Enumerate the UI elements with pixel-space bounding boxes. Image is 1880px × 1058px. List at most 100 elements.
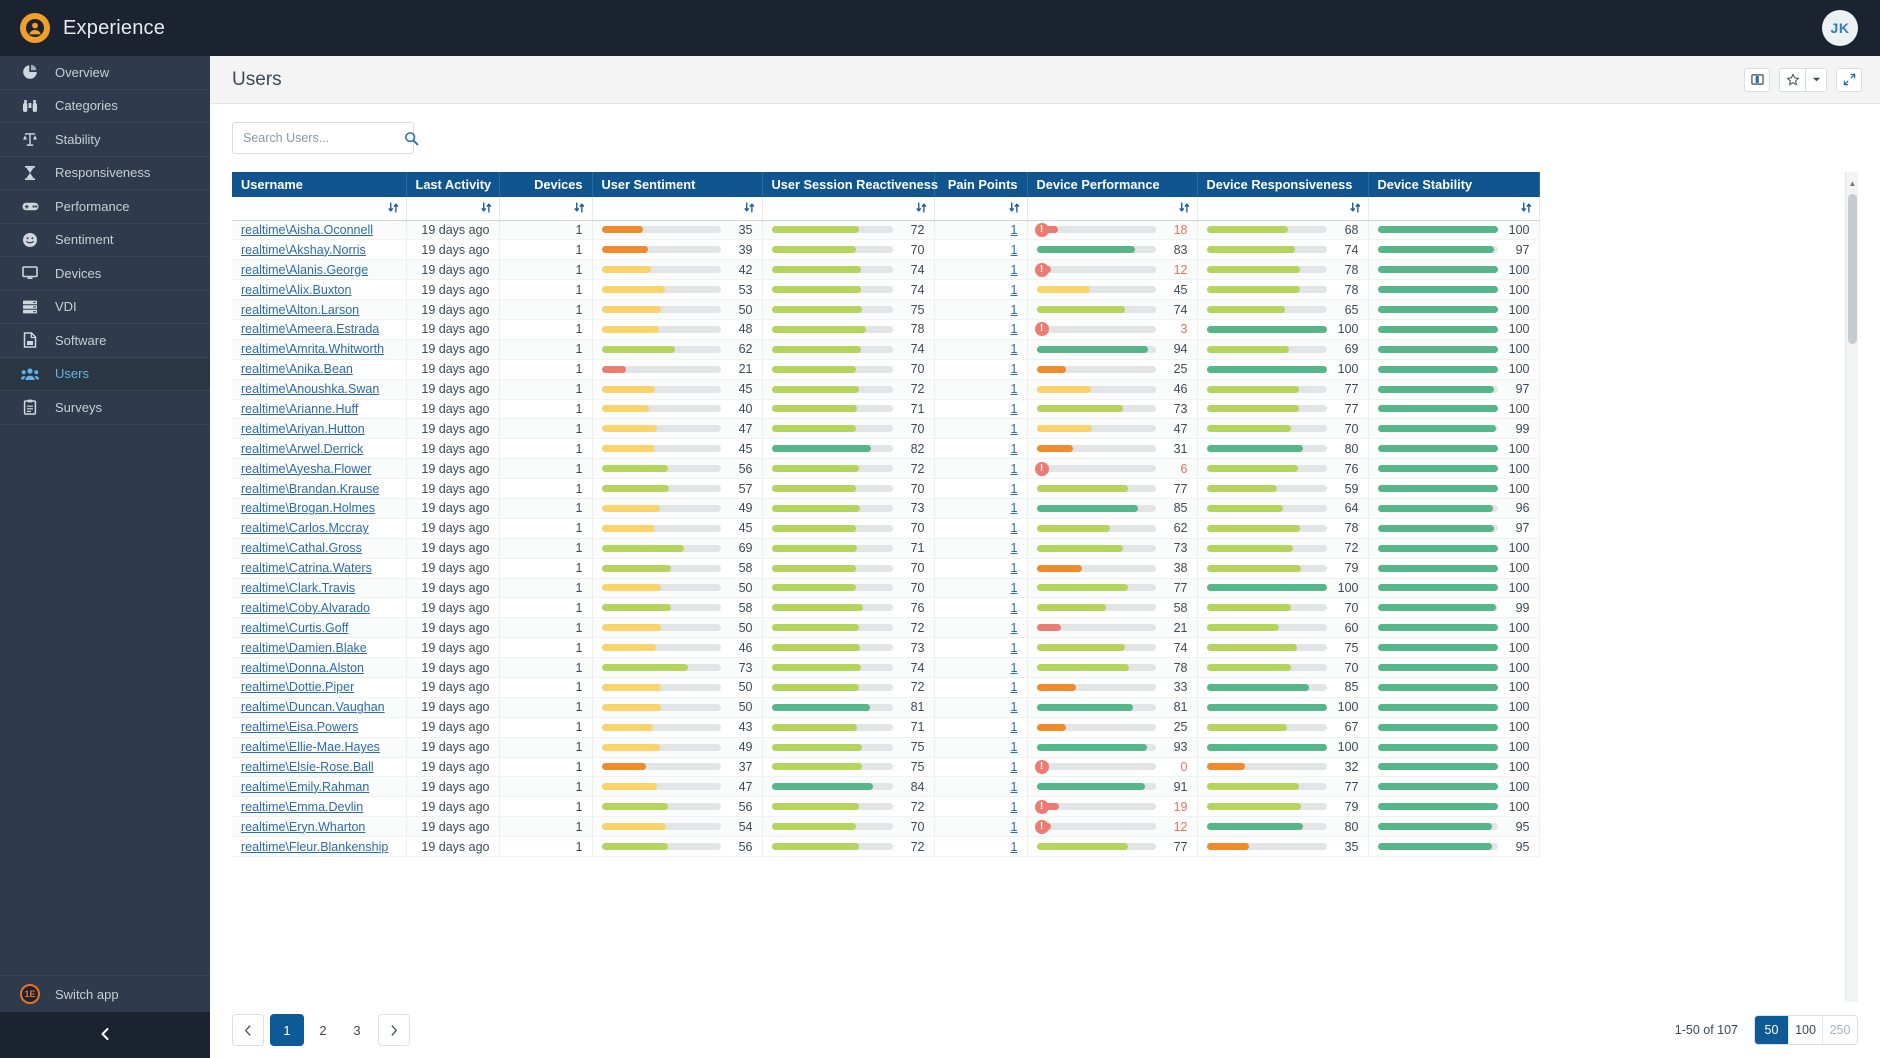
sort-toggle-user-session-reactiveness[interactable] [762,197,935,221]
sidebar-item-performance[interactable]: Performance [0,190,210,224]
username-link[interactable]: realtime\Alanis.George [241,263,368,277]
prev-page-button[interactable] [232,1014,264,1046]
search-input[interactable] [243,131,404,145]
table-scrollbar[interactable]: ▲ [1845,172,1858,1002]
username-link[interactable]: realtime\Anoushka.Swan [241,382,379,396]
pain-points-link[interactable]: 1 [1011,680,1018,694]
sidebar-collapse-button[interactable] [0,1012,210,1058]
switch-app-button[interactable]: 1E Switch app [0,976,210,1012]
pain-points-link[interactable]: 1 [1011,601,1018,615]
pain-points-link[interactable]: 1 [1011,402,1018,416]
pain-points-link[interactable]: 1 [1011,442,1018,456]
pain-points-link[interactable]: 1 [1011,740,1018,754]
sidebar-item-responsiveness[interactable]: Responsiveness [0,157,210,190]
sort-toggle-pain-points[interactable] [934,197,1028,221]
sort-updown-icon[interactable] [1349,202,1361,216]
column-header-username[interactable]: Username [232,172,407,197]
pain-points-link[interactable]: 1 [1011,800,1018,814]
sort-toggle-last-activity[interactable] [406,197,500,221]
pain-points-link[interactable]: 1 [1011,561,1018,575]
username-link[interactable]: realtime\Donna.Alston [241,661,364,675]
username-link[interactable]: realtime\Eryn.Wharton [241,820,365,834]
pain-points-link[interactable]: 1 [1011,243,1018,257]
username-link[interactable]: realtime\Akshay.Norris [241,243,366,257]
sidebar-item-stability[interactable]: Stability [0,123,210,157]
sidebar-item-sentiment[interactable]: Sentiment [0,224,210,257]
sort-toggle-device-responsiveness[interactable] [1197,197,1369,221]
fullscreen-button[interactable] [1836,67,1862,92]
sort-updown-icon[interactable] [480,202,492,216]
pain-points-link[interactable]: 1 [1011,342,1018,356]
pain-points-link[interactable]: 1 [1011,780,1018,794]
username-link[interactable]: realtime\Amrita.Whitworth [241,342,384,356]
page-button-2[interactable]: 2 [308,1014,338,1046]
pain-points-link[interactable]: 1 [1011,263,1018,277]
sidebar-item-devices[interactable]: Devices [0,257,210,291]
username-link[interactable]: realtime\Carlos.Mccray [241,521,369,535]
chevron-down-icon[interactable] [1805,67,1827,92]
pain-points-link[interactable]: 1 [1011,422,1018,436]
sidebar-item-vdi[interactable]: VDI [0,291,210,324]
sidebar-item-surveys[interactable]: Surveys [0,391,210,425]
username-link[interactable]: realtime\Damien.Blake [241,641,367,655]
username-link[interactable]: realtime\Ariyan.Hutton [241,422,365,436]
username-link[interactable]: realtime\Ellie-Mae.Hayes [241,740,380,754]
page-size-250[interactable]: 250 [1823,1016,1857,1044]
sort-toggle-user-sentiment[interactable] [592,197,763,221]
pain-points-link[interactable]: 1 [1011,661,1018,675]
username-link[interactable]: realtime\Cathal.Gross [241,541,362,555]
username-link[interactable]: realtime\Ameera.Estrada [241,322,379,336]
username-link[interactable]: realtime\Alton.Larson [241,303,359,317]
column-header-device-stability[interactable]: Device Stability [1368,172,1540,197]
pain-points-link[interactable]: 1 [1011,760,1018,774]
sort-updown-icon[interactable] [743,202,755,216]
sort-updown-icon[interactable] [573,202,585,216]
pain-points-link[interactable]: 1 [1011,322,1018,336]
username-link[interactable]: realtime\Coby.Alvarado [241,601,370,615]
column-header-user-sentiment[interactable]: User Sentiment [592,172,763,197]
username-link[interactable]: realtime\Emily.Rahman [241,780,369,794]
sort-updown-icon[interactable] [1178,202,1190,216]
pain-points-link[interactable]: 1 [1011,720,1018,734]
pain-points-link[interactable]: 1 [1011,283,1018,297]
username-link[interactable]: realtime\Anika.Bean [241,362,353,376]
column-header-device-performance[interactable]: Device Performance [1027,172,1198,197]
pain-points-link[interactable]: 1 [1011,303,1018,317]
username-link[interactable]: realtime\Clark.Travis [241,581,355,595]
pain-points-link[interactable]: 1 [1011,382,1018,396]
sort-toggle-device-stability[interactable] [1368,197,1540,221]
column-header-device-responsiveness[interactable]: Device Responsiveness [1197,172,1369,197]
column-header-pain-points[interactable]: Pain Points [934,172,1028,197]
pain-points-link[interactable]: 1 [1011,621,1018,635]
sort-updown-icon[interactable] [1520,202,1532,216]
page-size-100[interactable]: 100 [1789,1016,1823,1044]
page-button-1[interactable]: 1 [270,1014,304,1046]
column-header-user-session-reactiveness[interactable]: User Session Reactiveness [762,172,938,197]
pain-points-link[interactable]: 1 [1011,362,1018,376]
pain-points-link[interactable]: 1 [1011,641,1018,655]
sidebar-item-software[interactable]: Software [0,324,210,358]
username-link[interactable]: realtime\Dottie.Piper [241,680,354,694]
username-link[interactable]: realtime\Emma.Devlin [241,800,363,814]
pain-points-link[interactable]: 1 [1011,700,1018,714]
username-link[interactable]: realtime\Eisa.Powers [241,720,358,734]
username-link[interactable]: realtime\Arwel.Derrick [241,442,363,456]
pain-points-link[interactable]: 1 [1011,223,1018,237]
sidebar-item-categories[interactable]: Categories [0,90,210,123]
sort-toggle-device-performance[interactable] [1027,197,1198,221]
pain-points-link[interactable]: 1 [1011,820,1018,834]
sort-updown-icon[interactable] [387,202,399,216]
username-link[interactable]: realtime\Catrina.Waters [241,561,372,575]
username-link[interactable]: realtime\Aisha.Oconnell [241,223,373,237]
username-link[interactable]: realtime\Elsie-Rose.Ball [241,760,374,774]
pain-points-link[interactable]: 1 [1011,482,1018,496]
sort-updown-icon[interactable] [915,202,927,216]
username-link[interactable]: realtime\Brogan.Holmes [241,501,375,515]
favorite-button[interactable] [1779,67,1805,92]
avatar[interactable]: JK [1822,10,1858,46]
username-link[interactable]: realtime\Fleur.Blankenship [241,840,388,854]
sidebar-item-overview[interactable]: Overview [0,56,210,90]
brand-zone[interactable]: Experience [0,13,252,43]
page-button-3[interactable]: 3 [342,1014,372,1046]
sort-toggle-username[interactable] [232,197,407,221]
